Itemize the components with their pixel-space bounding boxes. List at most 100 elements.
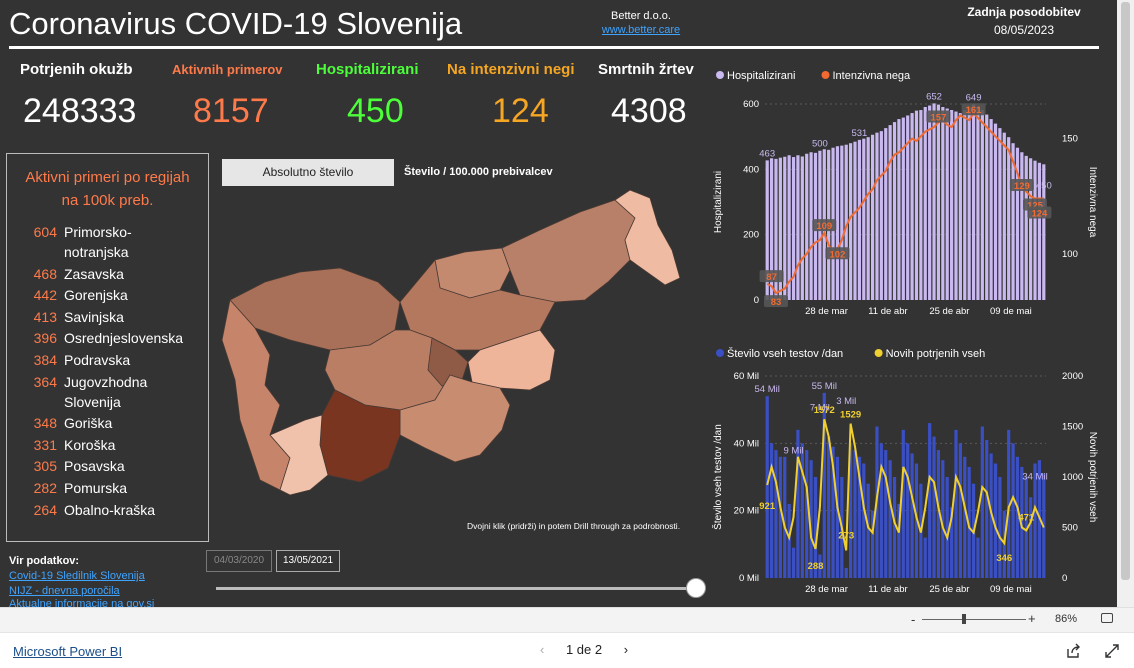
region-row[interactable]: 604 Primorsko-notranjska xyxy=(7,222,207,262)
bar xyxy=(1002,132,1006,300)
y2-tick-label: 1500 xyxy=(1062,422,1083,433)
bar-data-label: 3 Mil xyxy=(836,396,856,407)
x-tick-label: 25 de abr xyxy=(929,306,969,317)
prev-page-icon[interactable]: ‹ xyxy=(540,642,544,657)
bar xyxy=(945,108,949,300)
map-region-podravska[interactable] xyxy=(501,199,636,303)
x-tick-label: 11 de abr xyxy=(868,584,907,595)
bar xyxy=(892,122,897,300)
region-value: 384 xyxy=(33,351,57,368)
source-link-nijz[interactable]: NIJZ - dnevna poročila xyxy=(9,585,120,597)
kpi-deaths-value[interactable]: 4308 xyxy=(611,92,687,131)
bar xyxy=(796,155,800,300)
line-data-label: 129 xyxy=(1014,181,1030,192)
bar xyxy=(809,152,813,300)
bar xyxy=(835,146,840,300)
next-page-icon[interactable]: › xyxy=(624,642,628,657)
bar xyxy=(967,107,971,300)
date-slider-track[interactable] xyxy=(216,587,696,590)
absolute-toggle-button[interactable]: Absolutno število xyxy=(222,159,394,186)
power-bi-link[interactable]: Microsoft Power BI xyxy=(13,644,122,659)
zoom-out-button[interactable]: - xyxy=(911,612,915,627)
bar xyxy=(932,103,936,300)
status-bar: - + 86% xyxy=(0,607,1134,632)
bar-data-label: 652 xyxy=(926,91,942,102)
fullscreen-icon[interactable] xyxy=(1104,643,1120,659)
kpi-hosp-value[interactable]: 450 xyxy=(347,92,404,131)
y-tick-label: 0 Mil xyxy=(739,573,759,584)
vertical-scrollbar[interactable] xyxy=(1117,0,1134,607)
company-link[interactable]: www.better.care xyxy=(586,24,696,36)
bar-data-label: 34 Mil xyxy=(1022,472,1047,483)
bar xyxy=(976,537,980,578)
bar xyxy=(932,436,936,578)
bar xyxy=(958,113,962,300)
scrollbar-thumb[interactable] xyxy=(1121,2,1130,580)
bar xyxy=(787,155,791,300)
region-row[interactable]: 348 Goriška xyxy=(7,413,207,433)
zoom-slider-track[interactable] xyxy=(922,619,1026,620)
region-value: 305 xyxy=(33,458,57,475)
region-row[interactable]: 384 Podravska xyxy=(7,350,207,370)
drill-hint: Dvojni klik (pridrži) in potem Drill thr… xyxy=(467,521,681,531)
fit-to-page-icon[interactable] xyxy=(1101,613,1113,623)
region-row[interactable]: 396 Osrednjeslovenska xyxy=(7,328,207,348)
per-capita-toggle-button[interactable]: Število / 100.000 prebivalcev xyxy=(404,166,553,178)
share-icon[interactable] xyxy=(1066,643,1082,659)
zoom-in-button[interactable]: + xyxy=(1028,611,1036,626)
line-data-label: 109 xyxy=(816,221,832,232)
region-row[interactable]: 264 Obalno-kraška xyxy=(7,500,207,520)
region-row[interactable]: 305 Posavska xyxy=(7,456,207,476)
y-tick-label: 600 xyxy=(743,99,759,110)
bar xyxy=(958,443,962,578)
bar-data-label: 649 xyxy=(966,92,982,103)
line-data-label: 471 xyxy=(1018,512,1035,523)
zoom-slider-handle[interactable] xyxy=(962,614,966,624)
kpi-confirmed-label: Potrjenih okužb xyxy=(20,61,133,78)
bar xyxy=(853,141,857,300)
last-update: Zadnja posodobitev 08/05/2023 xyxy=(950,5,1098,37)
kpi-icu-label: Na intenzivni negi xyxy=(447,61,575,78)
company-name: Better d.o.o. xyxy=(611,10,671,22)
region-row[interactable]: 468 Zasavska xyxy=(7,264,207,284)
bar xyxy=(888,125,892,300)
region-row[interactable]: 282 Pomurska xyxy=(7,478,207,498)
bar xyxy=(906,443,910,578)
region-row[interactable]: 442 Gorenjska xyxy=(7,285,207,305)
report-canvas: Coronavirus COVID-19 Slovenija Better d.… xyxy=(0,0,1117,607)
bar xyxy=(879,131,883,300)
region-row[interactable]: 364 Jugovzhodna Slovenija xyxy=(7,372,207,412)
kpi-hosp-label: Hospitalizirani xyxy=(316,61,419,78)
region-row[interactable]: 331 Koroška xyxy=(7,435,207,455)
bar xyxy=(857,139,861,300)
source-link-sledilnik[interactable]: Covid-19 Sledilnik Slovenija xyxy=(9,570,145,582)
y-tick-label: 40 Mil xyxy=(734,438,759,449)
bar-data-label: 55 Mil xyxy=(812,381,837,392)
kpi-active-value[interactable]: 8157 xyxy=(193,92,269,131)
bar xyxy=(976,107,980,300)
hospital-icu-chart[interactable]: Hospitalizirani Intenzivna nega 600 400 200 0… xyxy=(708,62,1117,322)
source-link-gov[interactable]: Aktualne informacije na gov.si xyxy=(9,599,154,607)
bar xyxy=(941,107,945,300)
x-tick-label: 25 de abr xyxy=(929,584,969,595)
bar xyxy=(835,456,840,578)
region-name: Koroška xyxy=(64,436,116,453)
region-row[interactable]: 413 Savinjska xyxy=(7,307,207,327)
series-line xyxy=(766,111,1044,295)
kpi-icu-value[interactable]: 124 xyxy=(492,92,549,131)
tests-confirmed-chart[interactable]: Število vseh testov /dan Novih potrjenih … xyxy=(708,340,1117,602)
bar xyxy=(862,138,866,300)
region-name: Zasavska xyxy=(64,265,124,282)
kpi-confirmed-value[interactable]: 248333 xyxy=(23,92,136,131)
bar xyxy=(1024,155,1028,300)
date-end-input[interactable]: 13/05/2021 xyxy=(276,550,340,572)
bar xyxy=(884,128,888,300)
bar xyxy=(993,123,998,300)
zoom-level: 86% xyxy=(1055,613,1078,625)
legend-marker xyxy=(716,349,724,357)
slovenia-region-map[interactable] xyxy=(210,190,690,510)
bar xyxy=(783,156,787,300)
date-start-input[interactable]: 04/03/2020 xyxy=(206,550,272,572)
y2-tick-label: 1000 xyxy=(1062,472,1083,483)
date-slider-handle[interactable] xyxy=(686,578,706,598)
